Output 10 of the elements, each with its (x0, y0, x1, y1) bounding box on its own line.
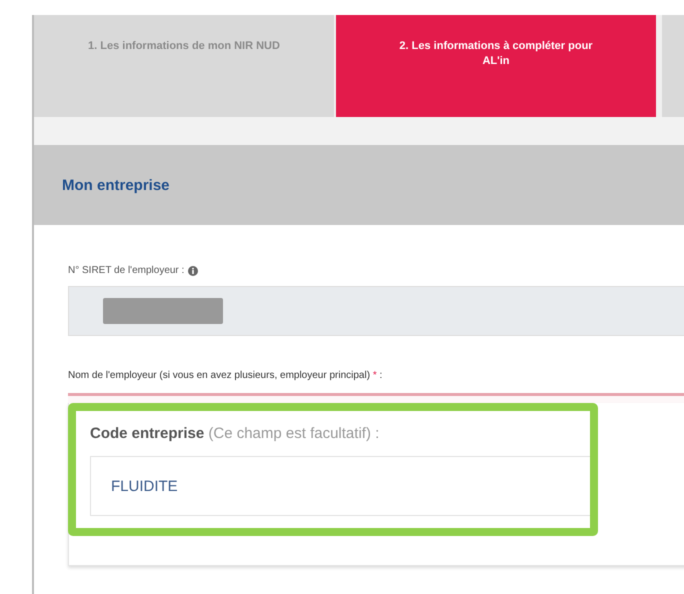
info-icon[interactable] (188, 266, 198, 276)
field-label: Nom de l'employeur (si vous en avez plusieurs, employeur principal) * : (68, 370, 384, 381)
field-label: Code entreprise (Ce champ est facultatif) : (90, 425, 380, 442)
step-tab[interactable]: 1. Les informations de mon NIR NUD (34, 15, 334, 117)
step-tab[interactable]: 2. Les informations à compléter pour AL'in (336, 15, 656, 117)
employer-field[interactable] (68, 393, 684, 403)
section-title: Mon entreprise (62, 176, 170, 194)
company-code-field[interactable]: FLUIDITE (90, 456, 590, 516)
field-label: N° SIRET de l'employeur : (68, 265, 184, 276)
siret-field[interactable] (68, 286, 684, 336)
